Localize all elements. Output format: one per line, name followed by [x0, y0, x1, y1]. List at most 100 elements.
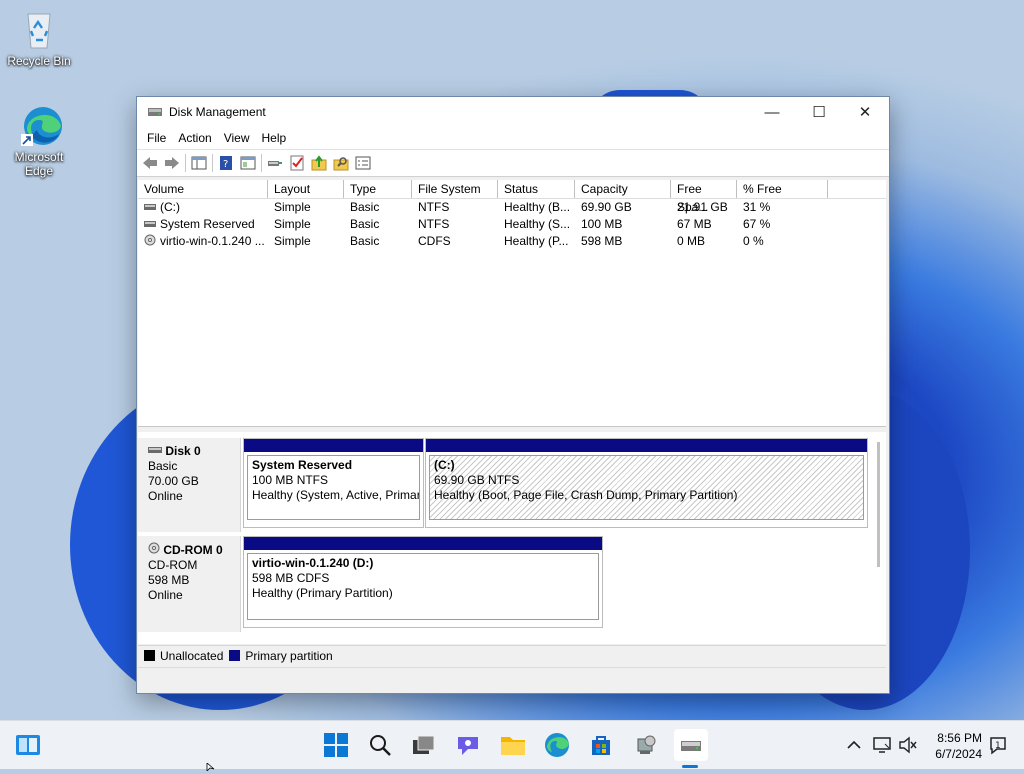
disk-size: 598 MB — [148, 573, 190, 587]
volume-layout: Simple — [274, 217, 311, 231]
primary-partition-bar — [244, 439, 423, 452]
show-hidden-icons-chevron-icon[interactable] — [840, 731, 868, 759]
volume-file-system: CDFS — [418, 234, 451, 248]
disk-management-taskbar-icon[interactable] — [674, 729, 708, 761]
table-row[interactable]: virtio-win-0.1.240 ... Simple Basic CDFS… — [138, 233, 886, 250]
widgets-icon[interactable] — [14, 731, 42, 759]
column-header-status[interactable]: Status — [498, 180, 575, 198]
partition-health: Healthy (System, Active, Primar — [252, 488, 420, 502]
cd-drive-icon — [148, 542, 160, 557]
clock-time: 8:56 PM — [937, 731, 982, 745]
column-header-capacity[interactable]: Capacity — [575, 180, 671, 198]
volume-name: virtio-win-0.1.240 ... — [160, 234, 265, 248]
recycle-bin-icon — [19, 8, 59, 50]
volume-name: (C:) — [160, 200, 180, 214]
column-header-layout[interactable]: Layout — [268, 180, 344, 198]
graphical-view-scrollbar[interactable] — [877, 442, 880, 567]
list-view-icon[interactable] — [354, 154, 372, 172]
disk-0-label[interactable]: Disk 0 Basic 70.00 GB Online — [138, 438, 241, 532]
column-header-volume[interactable]: Volume — [138, 180, 268, 198]
connect-disk-icon[interactable] — [266, 154, 284, 172]
volume-percent-free: 31 % — [743, 200, 771, 214]
notifications-icon[interactable]: 1 — [984, 731, 1012, 759]
primary-partition-swatch — [229, 650, 241, 661]
toolbar-separator — [185, 154, 186, 172]
disk-type: Basic — [148, 459, 178, 473]
volume-layout: Simple — [274, 200, 311, 214]
back-arrow-icon[interactable] — [141, 154, 159, 172]
volume-file-system: NTFS — [418, 217, 450, 231]
network-icon[interactable] — [868, 731, 896, 759]
chat-icon[interactable] — [454, 731, 482, 759]
menu-view[interactable]: View — [218, 131, 256, 145]
volume-free-space: 0 MB — [677, 234, 706, 248]
clock[interactable]: 8:56 PM 6/7/2024 — [918, 730, 982, 762]
volume-status: Healthy (P... — [504, 234, 569, 248]
volume-status: Healthy (S... — [504, 217, 571, 231]
toolbar: ? — [137, 149, 889, 177]
start-icon[interactable] — [322, 731, 350, 759]
properties-view-icon[interactable] — [239, 154, 257, 172]
cdrom-0-row: CD-ROM 0 CD-ROM 598 MB Online virtio-win… — [138, 536, 874, 632]
column-header-type[interactable]: Type — [344, 180, 412, 198]
volume-capacity: 69.90 GB — [581, 200, 632, 214]
edge-shortcut[interactable]: Microsoft Edge — [1, 104, 77, 178]
partition-virtio-win[interactable]: virtio-win-0.1.240 (D:) 598 MB CDFS Heal… — [243, 536, 603, 628]
help-icon[interactable]: ? — [217, 154, 235, 172]
column-header-percent-free[interactable]: % Free — [737, 180, 828, 198]
volume-capacity: 598 MB — [581, 234, 623, 248]
disk-status: Online — [148, 489, 183, 503]
drive-icon — [144, 200, 156, 210]
disk-size: 70.00 GB — [148, 474, 199, 488]
check-icon[interactable] — [288, 154, 306, 172]
mouse-cursor-icon — [206, 760, 216, 774]
partition-name: virtio-win-0.1.240 (D:) — [252, 556, 374, 570]
column-header-file-system[interactable]: File System — [412, 180, 498, 198]
disk-name: CD-ROM 0 — [163, 543, 223, 557]
minimize-button[interactable]: — — [749, 97, 795, 127]
search-folder-icon[interactable] — [332, 154, 350, 172]
recycle-bin-shortcut[interactable]: Recycle Bin — [1, 8, 77, 68]
legend-primary-partition: Primary partition — [245, 648, 333, 663]
menu-bar: File Action View Help — [137, 127, 889, 149]
svg-text:?: ? — [223, 159, 228, 170]
title-bar[interactable]: Disk Management — ☐ ✕ — [137, 97, 889, 127]
up-folder-icon[interactable] — [310, 154, 328, 172]
menu-action[interactable]: Action — [172, 131, 217, 145]
legend: Unallocated Primary partition — [138, 645, 886, 665]
task-view-icon[interactable] — [409, 731, 437, 759]
close-button[interactable]: ✕ — [842, 97, 888, 127]
volume-percent-free: 67 % — [743, 217, 771, 231]
disk-status: Online — [148, 588, 183, 602]
edge-taskbar-icon[interactable] — [543, 731, 571, 759]
store-icon[interactable] — [587, 731, 615, 759]
menu-help[interactable]: Help — [256, 131, 293, 145]
volume-list-header: Volume Layout Type File System Status Ca… — [138, 180, 886, 214]
column-header-free-space[interactable]: Free Spa... — [671, 180, 737, 214]
volume-type: Basic — [350, 234, 380, 248]
clock-date: 6/7/2024 — [935, 747, 982, 761]
table-row[interactable]: (C:) Simple Basic NTFS Healthy (B... 69.… — [138, 199, 886, 216]
volume-type: Basic — [350, 200, 380, 214]
volume-file-system: NTFS — [418, 200, 450, 214]
maximize-button[interactable]: ☐ — [796, 97, 842, 127]
disk-name: Disk 0 — [165, 444, 201, 458]
edge-icon — [19, 104, 62, 146]
partition-system-reserved[interactable]: System Reserved 100 MB NTFS Healthy (Sys… — [243, 438, 424, 528]
search-icon[interactable] — [366, 731, 394, 759]
volume-status: Healthy (B... — [504, 200, 571, 214]
svg-text:1: 1 — [995, 741, 1001, 751]
computer-management-icon[interactable] — [632, 731, 660, 759]
file-explorer-icon[interactable] — [499, 731, 527, 759]
show-hide-console-tree-icon[interactable] — [190, 154, 208, 172]
volume-free-space: 67 MB — [677, 217, 712, 231]
disk-0-row: Disk 0 Basic 70.00 GB Online System Rese… — [138, 438, 874, 532]
table-row[interactable]: System Reserved Simple Basic NTFS Health… — [138, 216, 886, 233]
cdrom-0-label[interactable]: CD-ROM 0 CD-ROM 598 MB Online — [138, 536, 241, 632]
legend-unallocated: Unallocated — [160, 648, 224, 663]
forward-arrow-icon[interactable] — [163, 154, 181, 172]
partition-c-drive[interactable]: (C:) 69.90 GB NTFS Healthy (Boot, Page F… — [425, 438, 868, 528]
partition-name: (C:) — [434, 458, 455, 472]
hard-disk-icon — [148, 444, 162, 458]
menu-file[interactable]: File — [141, 131, 172, 145]
